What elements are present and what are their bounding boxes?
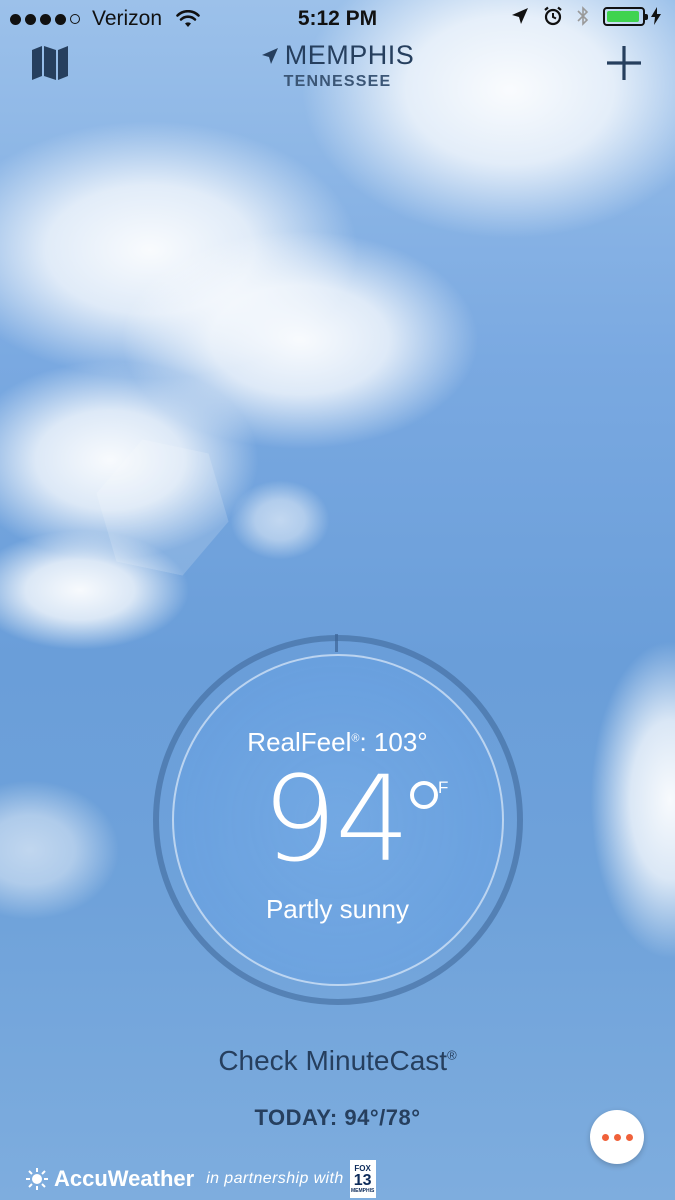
city-name: MEMPHIS <box>284 40 415 70</box>
bluetooth-icon <box>577 6 589 26</box>
add-location-button[interactable] <box>605 44 643 82</box>
weather-condition: Partly sunny <box>265 894 410 924</box>
cloud <box>230 480 330 560</box>
cloud <box>0 120 360 380</box>
more-dots-icon <box>625 1133 633 1141</box>
footer-branding: AccuWeather in partnership with FOX 13 M… <box>26 1160 376 1198</box>
fox13-logo: FOX 13 MEMPHIS <box>349 1160 376 1198</box>
accuweather-logo: AccuWeather <box>54 1166 195 1191</box>
charging-bolt-icon <box>651 7 661 25</box>
fox13-logo-line3: MEMPHIS <box>350 1187 375 1194</box>
cloud <box>120 230 480 450</box>
lens-flare <box>83 432 241 582</box>
city-row: MEMPHIS <box>261 40 415 71</box>
weather-screen: Verizon 5:12 PM MEMPHIS TENNESSEE RealFe… <box>0 0 675 1200</box>
state-name: TENNESSEE <box>283 73 392 90</box>
registered-mark: ® <box>447 1047 457 1063</box>
battery-fill <box>607 10 640 22</box>
location-header[interactable]: MEMPHIS TENNESSEE <box>0 40 675 91</box>
location-arrow-icon <box>261 47 278 64</box>
current-temperature: 94 <box>262 750 410 888</box>
fox13-logo-line2: 13 <box>353 1171 372 1189</box>
plus-icon <box>607 46 641 80</box>
more-button[interactable] <box>590 1110 644 1164</box>
degree-symbol <box>410 781 438 809</box>
location-arrow-icon <box>511 7 529 25</box>
battery-icon <box>603 6 648 26</box>
partner-text: in partnership with <box>206 1170 344 1187</box>
battery-nub <box>645 13 648 20</box>
dial-tick <box>335 634 338 652</box>
minutecast-label: Check MinuteCast <box>218 1045 448 1076</box>
status-bar: Verizon 5:12 PM <box>0 0 675 40</box>
more-dots-icon <box>613 1133 621 1141</box>
sun-icon <box>26 1168 48 1190</box>
today-hi-lo[interactable]: TODAY: 94°/78° <box>0 1105 675 1131</box>
status-right <box>511 6 661 26</box>
more-dots-icon <box>601 1133 609 1141</box>
alarm-icon <box>543 6 563 26</box>
temperature-unit: F <box>438 778 449 797</box>
minutecast-link[interactable]: Check MinuteCast® <box>0 1045 675 1077</box>
